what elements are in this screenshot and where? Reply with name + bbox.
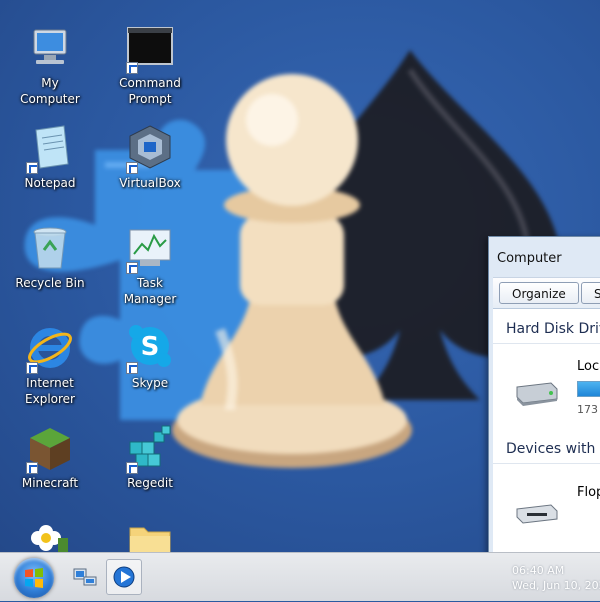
desktop-icon-partial-flower[interactable]	[2, 518, 98, 552]
desktop-icon-partial-folder[interactable]	[102, 518, 198, 552]
desktop-icon-label: Internet Explorer	[25, 376, 75, 406]
floppy-drive-icon	[516, 504, 558, 524]
virtualbox-icon	[126, 124, 174, 174]
desktop: My Computer Command Prompt Notepad Virtu…	[0, 0, 600, 552]
desktop-icon-notepad[interactable]: Notepad	[2, 124, 98, 191]
clock-time: 06:40 AM	[512, 564, 565, 577]
recycle-bin-icon	[26, 224, 74, 272]
group-hard-disk-drives[interactable]: Hard Disk Drive	[506, 321, 600, 337]
skype-icon: S	[126, 324, 174, 374]
shortcut-arrow-icon	[126, 262, 138, 274]
desktop-icon-label: Skype	[131, 376, 169, 390]
desktop-icon-label: My Computer	[20, 76, 80, 106]
desktop-icon-minecraft[interactable]: Minecraft	[2, 424, 98, 491]
desktop-icon-label: Command Prompt	[119, 76, 181, 106]
media-player-icon	[113, 566, 135, 588]
notepad-icon	[26, 124, 74, 174]
group-divider	[493, 463, 600, 464]
clock-date: Wed, Jun 10, 202	[512, 579, 600, 592]
system-properties-button[interactable]: Sy	[581, 282, 600, 304]
drive-name: Loca	[577, 359, 600, 374]
svg-text:S: S	[141, 332, 160, 362]
shortcut-arrow-icon	[126, 162, 138, 174]
command-prompt-icon	[126, 24, 174, 74]
taskbar-item-media-player[interactable]	[106, 559, 142, 595]
desktop-icon-label: Regedit	[127, 476, 173, 490]
desktop-icon-label: Task Manager	[123, 276, 177, 306]
regedit-icon	[126, 424, 174, 474]
desktop-icon-recycle-bin[interactable]: Recycle Bin	[2, 224, 98, 291]
explorer-toolbar: Organize Sy	[493, 277, 600, 309]
shortcut-arrow-icon	[26, 462, 38, 474]
windows-logo-icon	[25, 568, 43, 588]
start-button[interactable]	[14, 558, 54, 598]
group-divider	[493, 343, 600, 344]
taskbar: 06:40 AM Wed, Jun 10, 202	[0, 552, 600, 601]
explorer-content: Hard Disk Drive Loca 173 ( Devices with …	[493, 309, 600, 552]
desktop-icon-label: Notepad	[24, 176, 76, 190]
drive-free-space: 173 (	[577, 403, 600, 416]
system-clock[interactable]: 06:40 AM Wed, Jun 10, 202	[512, 563, 600, 593]
folder-icon	[126, 518, 174, 552]
group-removable-devices[interactable]: Devices with Re	[506, 441, 600, 457]
task-manager-icon	[126, 224, 174, 274]
shortcut-arrow-icon	[26, 362, 38, 374]
shortcut-arrow-icon	[126, 362, 138, 374]
desktop-icon-task-manager[interactable]: Task Manager	[102, 224, 198, 307]
shortcut-arrow-icon	[26, 162, 38, 174]
drive-usage-bar	[577, 381, 600, 397]
internet-explorer-icon	[26, 324, 74, 374]
desktop-icon-my-computer[interactable]: My Computer	[2, 24, 98, 107]
shortcut-arrow-icon	[126, 62, 138, 74]
taskbar-item-network[interactable]	[66, 559, 102, 595]
drive-name: Flop	[577, 485, 600, 500]
desktop-icon-skype[interactable]: S Skype	[102, 324, 198, 391]
computer-icon	[26, 24, 74, 72]
hard-drive-icon	[516, 382, 558, 406]
desktop-icon-internet-explorer[interactable]: Internet Explorer	[2, 324, 98, 407]
shortcut-arrow-icon	[126, 462, 138, 474]
window-title: Computer	[497, 251, 562, 266]
desktop-icon-regedit[interactable]: Regedit	[102, 424, 198, 491]
flower-icon	[26, 518, 74, 552]
organize-button[interactable]: Organize	[499, 282, 579, 304]
network-computer-icon	[73, 568, 97, 586]
desktop-icon-label: Minecraft	[21, 476, 79, 490]
desktop-icon-command-prompt[interactable]: Command Prompt	[102, 24, 198, 107]
desktop-icon-label: VirtualBox	[119, 176, 181, 190]
explorer-window[interactable]: Computer Organize Sy Hard Disk Drive Loc…	[488, 236, 600, 552]
desktop-icon-virtualbox[interactable]: VirtualBox	[102, 124, 198, 191]
minecraft-icon	[26, 424, 74, 474]
desktop-icon-label: Recycle Bin	[15, 276, 85, 290]
